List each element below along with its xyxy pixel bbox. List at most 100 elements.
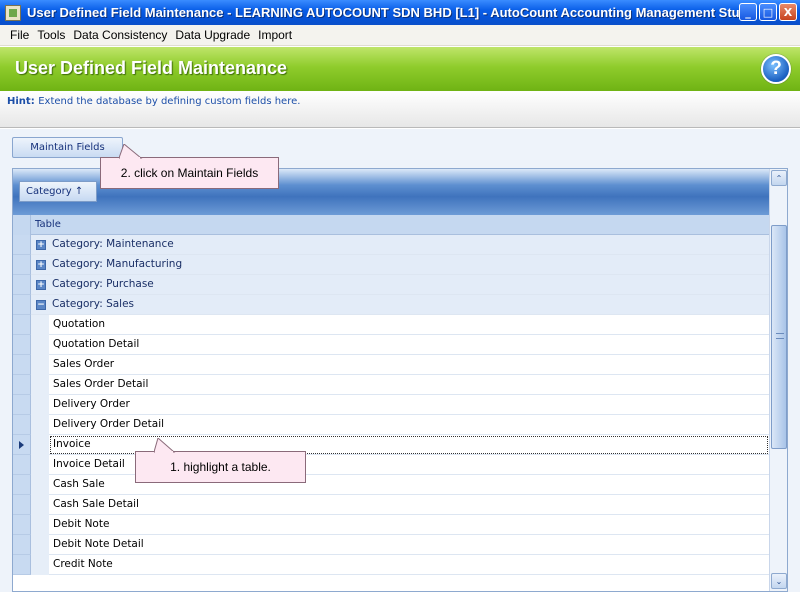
grid-rows: + Category: Maintenance + Category: Manu… [13,235,769,575]
table-name: Cash Sale [53,478,105,490]
maintain-fields-button[interactable]: Maintain Fields [12,137,123,158]
close-button[interactable]: X [779,3,797,21]
table-row[interactable]: Delivery Order [13,395,769,415]
table-row[interactable]: Sales Order Detail [13,375,769,395]
table-name: Invoice [53,438,91,450]
callout-highlight-table: 1. highlight a table. [135,438,306,483]
table-name: Quotation [53,318,106,330]
row-indent [31,315,49,335]
scroll-thumb[interactable] [771,225,787,449]
group-label: Category: Sales [52,298,135,310]
column-header-table[interactable]: Table [35,219,61,230]
menu-file[interactable]: File [6,28,33,42]
menu-data-consistency[interactable]: Data Consistency [69,28,171,42]
row-indent [31,515,49,535]
row-indicator [13,335,31,355]
group-label: Category: Maintenance [52,238,174,250]
table-row[interactable]: Delivery Order Detail [13,415,769,435]
window-title: User Defined Field Maintenance - LEARNIN… [27,5,751,20]
table-row[interactable]: Quotation [13,315,769,335]
table-name: Quotation Detail [53,338,140,350]
row-indent [31,395,49,415]
table-row[interactable]: Credit Note [13,555,769,575]
help-icon[interactable]: ? [761,54,791,84]
group-row-maintenance[interactable]: + Category: Maintenance [13,235,769,255]
table-grid: Category ↑ Table + Category: Maintenance… [12,168,788,592]
menu-import[interactable]: Import [254,28,296,42]
row-indicator [13,455,31,475]
vertical-scrollbar[interactable]: ⌃ ⌄ [769,169,787,591]
table-row[interactable]: Invoice Detail [13,455,769,475]
expand-icon[interactable]: + [36,260,46,270]
collapse-icon[interactable]: − [36,300,46,310]
hint-label: Hint: [7,96,35,107]
table-row[interactable]: Quotation Detail [13,335,769,355]
row-indent [31,455,49,475]
hint-panel: Hint: Extend the database by defining cu… [0,91,800,128]
page-title: User Defined Field Maintenance [15,58,288,78]
group-label: Category: Manufacturing [52,258,183,270]
minimize-button[interactable]: _ [739,3,757,21]
row-indent [31,355,49,375]
group-chip-category[interactable]: Category ↑ [19,181,97,202]
row-indent [31,335,49,355]
table-name: Sales Order [53,358,115,370]
row-indicator [13,515,31,535]
row-indicator [13,255,31,275]
row-indicator [13,415,31,435]
row-indicator [13,275,31,295]
table-name: Debit Note Detail [53,538,144,550]
row-indent [31,495,49,515]
scroll-down-button[interactable]: ⌄ [771,573,787,589]
row-indent [31,435,49,455]
table-row[interactable]: Cash Sale [13,475,769,495]
table-name: Sales Order Detail [53,378,149,390]
row-indicator [13,375,31,395]
row-indicator [13,555,31,575]
table-name: Cash Sale Detail [53,498,139,510]
row-indent [31,475,49,495]
row-indicator [13,475,31,495]
scroll-up-button[interactable]: ⌃ [771,170,787,186]
page-header: User Defined Field Maintenance ? [0,47,800,91]
expand-icon[interactable]: + [36,240,46,250]
table-row-selected[interactable]: Invoice [13,435,769,455]
expand-icon[interactable]: + [36,280,46,290]
group-label: Category: Purchase [52,278,154,290]
table-row[interactable]: Cash Sale Detail [13,495,769,515]
row-indicator [13,535,31,555]
menu-tools[interactable]: Tools [33,28,69,42]
hint-text: Extend the database by defining custom f… [38,96,301,107]
row-indicator [13,355,31,375]
row-indicator [13,395,31,415]
group-row-purchase[interactable]: + Category: Purchase [13,275,769,295]
menu-bar: File Tools Data Consistency Data Upgrade… [0,25,800,46]
callout-text: 2. click on Maintain Fields [120,166,259,180]
callout-pointer [119,144,143,159]
table-name: Delivery Order Detail [53,418,165,430]
group-row-sales[interactable]: − Category: Sales [13,295,769,315]
row-indicator [13,295,31,315]
row-indicator [13,315,31,335]
table-row[interactable]: Sales Order [13,355,769,375]
scroll-grip-icon [776,333,784,339]
content-area: Maintain Fields Category ↑ Table + Categ… [0,129,800,592]
row-indicator [13,495,31,515]
title-bar: User Defined Field Maintenance - LEARNIN… [0,0,800,25]
table-name: Invoice Detail [53,458,125,470]
table-name: Delivery Order [53,398,130,410]
table-row[interactable]: Debit Note Detail [13,535,769,555]
row-indent [31,375,49,395]
group-row-manufacturing[interactable]: + Category: Manufacturing [13,255,769,275]
row-indent [31,535,49,555]
table-row[interactable]: Debit Note [13,515,769,535]
callout-text: 1. highlight a table. [170,460,271,474]
maximize-button[interactable]: □ [759,3,777,21]
callout-pointer [154,438,176,453]
callout-maintain-fields: 2. click on Maintain Fields [100,144,279,189]
menu-data-upgrade[interactable]: Data Upgrade [171,28,254,42]
row-indent [31,555,49,575]
row-indicator [13,235,31,255]
table-name: Debit Note [53,518,110,530]
table-name: Credit Note [53,558,113,570]
